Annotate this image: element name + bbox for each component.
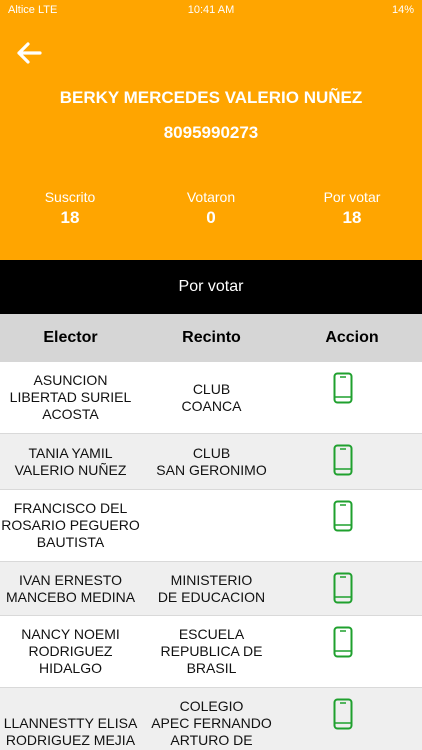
arrow-left-icon[interactable]	[14, 38, 44, 68]
person-phone: 8095990273	[163, 123, 259, 142]
stat-label: Por votar	[323, 189, 381, 205]
recinto-name: COLEGIO APEC FERNANDO ARTURO DE	[151, 698, 272, 748]
elector-name: IVAN ERNESTO MANCEBO MEDINA	[5, 571, 136, 605]
table-row: IVAN ERNESTO MANCEBO MEDINA MINISTERIO D…	[0, 562, 422, 616]
recinto-name: CLUB SAN GERONIMO	[156, 444, 267, 478]
elector-name: TANIA YAMIL VALERIO NUÑEZ	[14, 444, 127, 478]
column-header-recinto: Recinto	[182, 329, 241, 346]
stat-votaron: Votaron 0	[141, 189, 281, 228]
table-row: FRANCISCO DEL ROSARIO PEGUERO BAUTISTA	[0, 490, 422, 562]
status-bar: Altice LTE 10:41 AM 14%	[0, 0, 422, 22]
mobile-phone-icon[interactable]	[333, 372, 353, 404]
table-row: LLANNESTTY ELISA RODRIGUEZ MEJIA COLEGIO…	[0, 688, 422, 750]
elector-name: ASUNCION LIBERTAD SURIEL ACOSTA	[9, 372, 132, 422]
mobile-phone-icon[interactable]	[333, 444, 353, 476]
elector-name: LLANNESTTY ELISA RODRIGUEZ MEJIA	[3, 715, 138, 748]
recinto-name	[141, 490, 282, 561]
elector-name: NANCY NOEMI RODRIGUEZ HIDALGO	[21, 626, 120, 676]
stat-value: 0	[206, 208, 216, 227]
mobile-phone-icon[interactable]	[333, 500, 353, 532]
column-header-accion: Accion	[325, 329, 379, 346]
table-row: TANIA YAMIL VALERIO NUÑEZ CLUB SAN GERON…	[0, 434, 422, 490]
stat-label: Suscrito	[44, 189, 96, 205]
clock: 10:41 AM	[187, 4, 235, 16]
battery-level: 14%	[391, 4, 414, 16]
mobile-phone-icon[interactable]	[333, 626, 353, 658]
tab-por-votar[interactable]: Por votar	[0, 260, 422, 314]
stat-suscrito: Suscrito 18	[0, 189, 140, 228]
recinto-name: MINISTERIO DE EDUCACION	[157, 571, 266, 605]
mobile-phone-icon[interactable]	[333, 572, 353, 604]
elector-name: FRANCISCO DEL ROSARIO PEGUERO BAUTISTA	[1, 500, 140, 550]
table-header: Elector Recinto Accion	[0, 314, 422, 362]
profile-header: BERKY MERCEDES VALERIO NUÑEZ 8095990273 …	[0, 22, 422, 260]
recinto-name: CLUB COANCA	[181, 380, 242, 414]
person-name: BERKY MERCEDES VALERIO NUÑEZ	[59, 88, 363, 107]
stat-label: Votaron	[186, 189, 236, 205]
stat-value: 18	[342, 208, 362, 227]
mobile-phone-icon[interactable]	[333, 698, 353, 730]
table-row: ASUNCION LIBERTAD SURIEL ACOSTA CLUB COA…	[0, 362, 422, 434]
recinto-name: ESCUELA REPUBLICA DE BRASIL	[160, 626, 263, 676]
table-row: NANCY NOEMI RODRIGUEZ HIDALGO ESCUELA RE…	[0, 616, 422, 688]
stat-por-votar: Por votar 18	[282, 189, 422, 228]
stat-value: 18	[60, 208, 80, 227]
column-header-elector: Elector	[43, 329, 98, 346]
